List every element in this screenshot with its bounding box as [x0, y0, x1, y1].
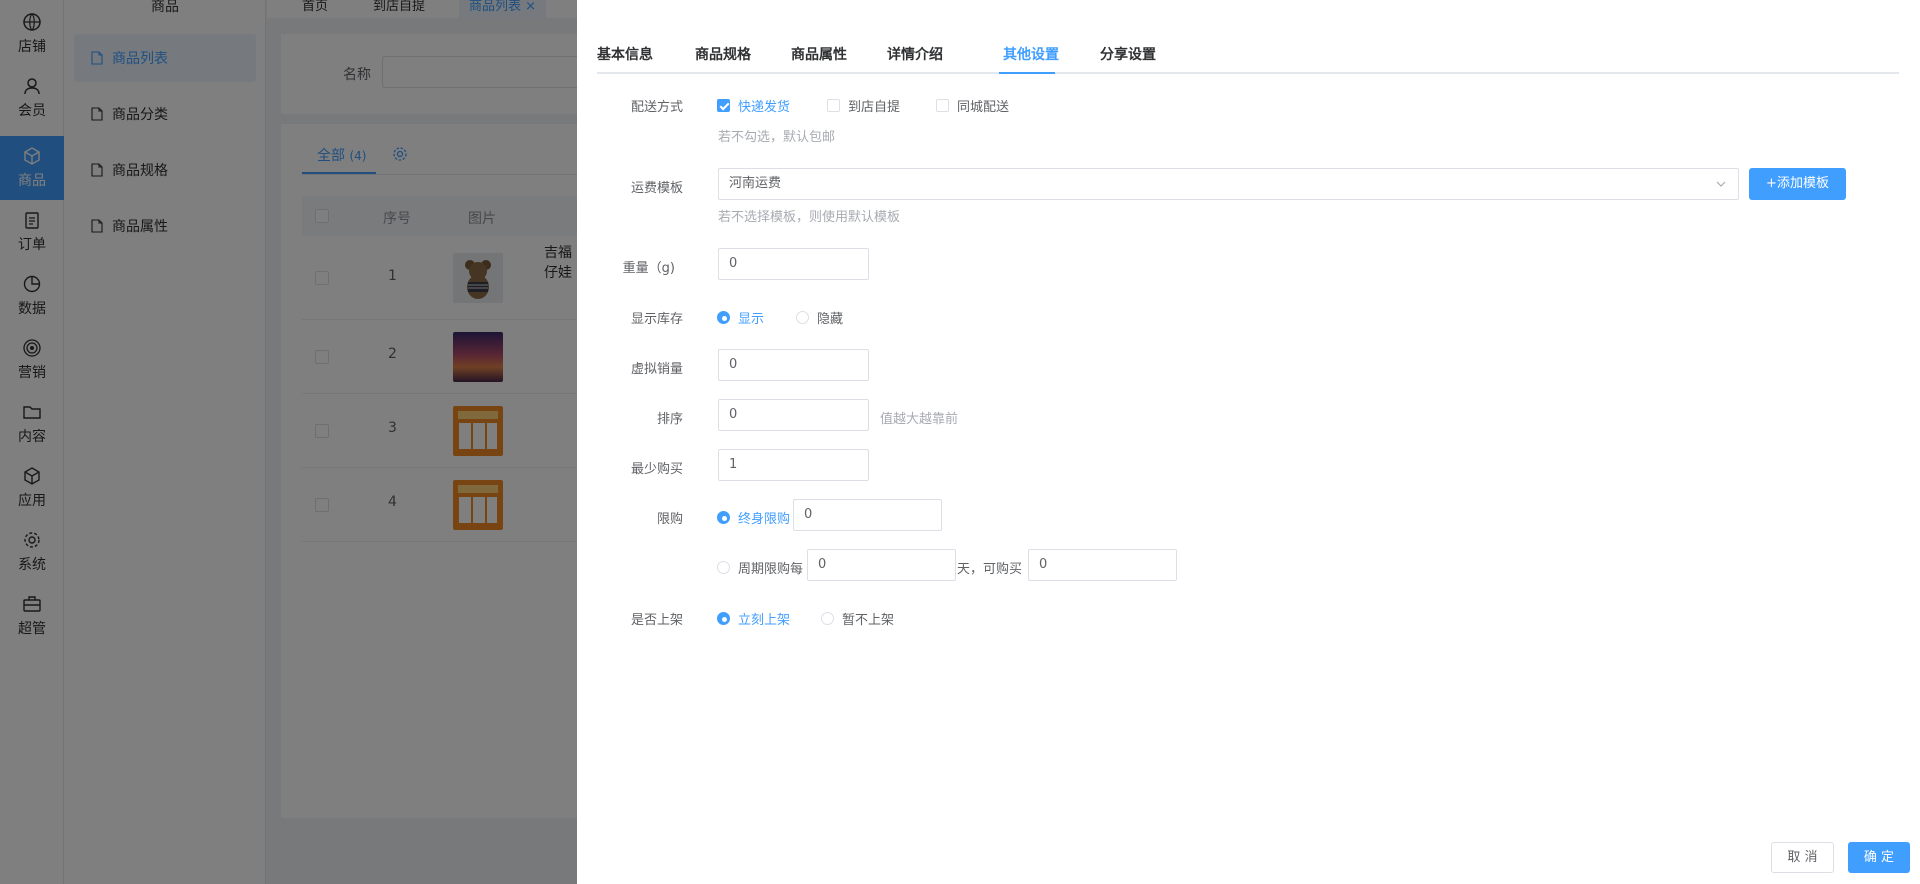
sort-input[interactable]: 0: [718, 399, 869, 431]
min-buy-input[interactable]: 1: [718, 449, 869, 481]
delivery-hint: 若不勾选，默认包邮: [718, 130, 836, 145]
delivery-express-checkbox[interactable]: 快递发货: [717, 96, 790, 115]
publish-now-radio[interactable]: 立刻上架: [717, 609, 790, 628]
limit-lifetime-input[interactable]: 0: [793, 499, 942, 531]
edit-goods-drawer: 基本信息 商品规格 商品属性 详情介绍 其他设置 分享设置 配送方式 快递发货 …: [577, 0, 1920, 884]
cancel-button[interactable]: 取 消: [1771, 842, 1834, 873]
option-label: 终身限购: [738, 512, 791, 527]
tab-detail-intro[interactable]: 详情介绍: [887, 44, 943, 64]
confirm-button[interactable]: 确 定: [1848, 842, 1910, 873]
radio-dot: [796, 311, 809, 324]
freight-selected-value: 河南运费: [729, 176, 782, 191]
stock-show-radio[interactable]: 显示: [717, 308, 764, 327]
tab-goods-spec[interactable]: 商品规格: [695, 44, 751, 64]
tab-goods-attr[interactable]: 商品属性: [791, 44, 847, 64]
radio-dot: [717, 612, 730, 625]
show-stock-label: 显示库存: [630, 312, 683, 327]
option-label: 暂不上架: [842, 613, 895, 628]
delivery-pickup-checkbox[interactable]: 到店自提: [827, 96, 900, 115]
limit-days-text: 天，可购买: [957, 562, 1023, 577]
add-template-button[interactable]: +添加模板: [1749, 168, 1846, 200]
freight-template-select[interactable]: 河南运费: [718, 168, 1739, 200]
option-label: 隐藏: [817, 312, 844, 327]
option-label: 到店自提: [848, 100, 901, 115]
option-label: 立刻上架: [738, 613, 791, 628]
virtual-sales-label: 虚拟销量: [630, 362, 683, 377]
sort-hint: 值越大越靠前: [880, 412, 959, 427]
freight-hint: 若不选择模板，则使用默认模板: [718, 210, 901, 225]
option-label: 同城配送: [957, 100, 1010, 115]
checkbox-box: [827, 99, 840, 112]
chevron-down-icon: [1716, 181, 1726, 187]
min-buy-label: 最少购买: [630, 462, 683, 477]
weight-label: 重量（g): [622, 261, 675, 276]
radio-dot: [717, 311, 730, 324]
delivery-city-checkbox[interactable]: 同城配送: [936, 96, 1009, 115]
checkbox-box: [936, 99, 949, 112]
limit-period-days-input[interactable]: 0: [807, 549, 956, 581]
publish-later-radio[interactable]: 暂不上架: [821, 609, 894, 628]
radio-dot: [821, 612, 834, 625]
option-label: 周期限购每: [738, 562, 804, 577]
tab-basic-info[interactable]: 基本信息: [597, 44, 653, 64]
checkbox-box: [717, 99, 730, 112]
limit-lifetime-radio[interactable]: 终身限购: [717, 508, 790, 527]
virtual-sales-input[interactable]: 0: [718, 349, 869, 381]
tab-active-indicator: [999, 72, 1055, 74]
option-label: 快递发货: [738, 100, 791, 115]
sort-label: 排序: [656, 412, 683, 427]
stock-hide-radio[interactable]: 隐藏: [796, 308, 843, 327]
limit-period-qty-input[interactable]: 0: [1028, 549, 1177, 581]
limit-period-radio[interactable]: 周期限购每: [717, 558, 803, 577]
tab-share-settings[interactable]: 分享设置: [1100, 44, 1156, 64]
radio-dot: [717, 511, 730, 524]
publish-label: 是否上架: [630, 613, 683, 628]
radio-dot: [717, 561, 730, 574]
weight-input[interactable]: 0: [718, 248, 869, 280]
delivery-label: 配送方式: [630, 100, 683, 115]
drawer-tabs: 基本信息 商品规格 商品属性 详情介绍 其他设置 分享设置: [597, 40, 1899, 74]
limit-label: 限购: [656, 512, 683, 527]
option-label: 显示: [738, 312, 765, 327]
tab-other-settings[interactable]: 其他设置: [1003, 44, 1059, 64]
freight-label: 运费模板: [630, 181, 683, 196]
